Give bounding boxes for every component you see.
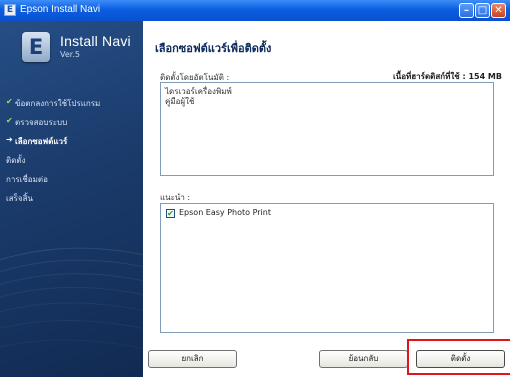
step-label: เลือกซอฟต์แวร์	[15, 137, 68, 146]
auto-install-list[interactable]: ไดรเวอร์เครื่องพิมพ์ คู่มือผู้ใช้	[160, 82, 494, 176]
step-label: ติดตั้ง	[6, 156, 26, 165]
step-select-software: ➔ เลือกซอฟต์แวร์	[6, 135, 141, 149]
list-item: คู่มือผู้ใช้	[165, 97, 195, 106]
step-label: ตรวจสอบระบบ	[15, 118, 68, 127]
step-install: ติดตั้ง	[6, 154, 141, 168]
brand-title: Install Navi	[60, 33, 131, 49]
install-navi-logo-icon: E	[22, 32, 50, 62]
recommended-list[interactable]: ✔ Epson Easy Photo Print	[160, 203, 494, 333]
checkbox-epson-easy-photo-print[interactable]: ✔	[166, 209, 175, 218]
step-finish: เสร็จสิ้น	[6, 192, 141, 206]
step-license-agreement: ✔ ข้อตกลงการใช้โปรแกรม	[6, 97, 141, 111]
step-label: ข้อตกลงการใช้โปรแกรม	[15, 99, 101, 108]
page-title: เลือกซอฟต์แวร์เพื่อติดตั้ง	[155, 42, 272, 55]
step-connection: การเชื่อมต่อ	[6, 173, 141, 187]
main-panel: เลือกซอฟต์แวร์เพื่อติดตั้ง ติดตั้งโดยอัต…	[143, 21, 510, 377]
back-button[interactable]: ย้อนกลับ	[319, 350, 408, 368]
software-name: Epson Easy Photo Print	[179, 208, 271, 217]
epson-app-icon: E	[4, 4, 16, 16]
logo-letter: E	[28, 35, 44, 59]
step-system-check: ✔ ตรวจสอบระบบ	[6, 116, 141, 130]
close-button[interactable]: ✕	[491, 3, 506, 18]
cancel-button[interactable]: ยกเลิก	[148, 350, 237, 368]
step-label: การเชื่อมต่อ	[6, 175, 48, 184]
minimize-button[interactable]: –	[459, 3, 474, 18]
sidebar: E Install Navi Ver.5 ✔ ข้อตกลงการใช้โปรแ…	[0, 21, 143, 377]
install-navi-window: E Epson Install Navi – □ ✕ E Install Nav…	[0, 0, 510, 377]
brand-version: Ver.5	[60, 50, 80, 59]
maximize-button[interactable]: □	[475, 3, 490, 18]
step-label: เสร็จสิ้น	[6, 194, 33, 203]
title-bar[interactable]: E Epson Install Navi – □ ✕	[0, 0, 510, 21]
install-button[interactable]: ติดตั้ง	[416, 350, 505, 368]
window-title: Epson Install Navi	[20, 4, 101, 15]
